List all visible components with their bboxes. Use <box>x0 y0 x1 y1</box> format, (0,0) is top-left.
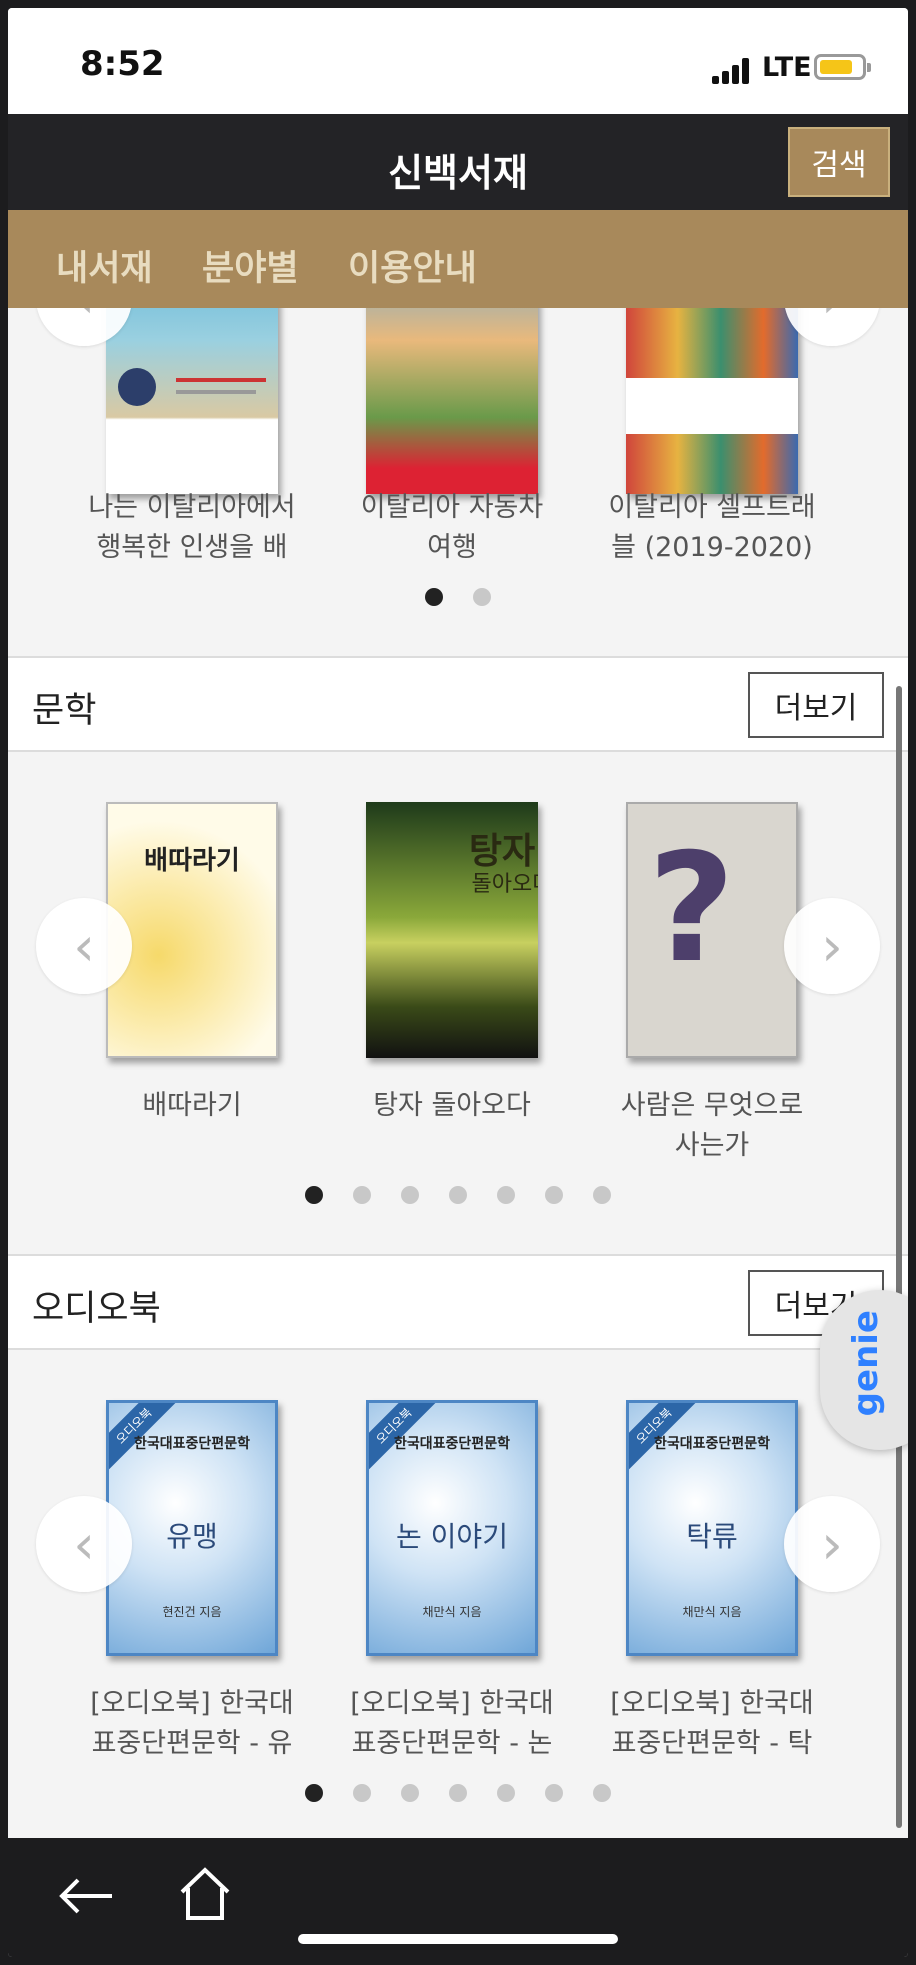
page-dot[interactable] <box>449 1186 467 1204</box>
phone-screen: 8:52 LTE 신백서재 검색 내서재 분야별 이용안내 ‹ <box>8 8 908 1957</box>
book-caption[interactable]: [오디오북] 한국대 표중단편문학 - 유 <box>82 1684 302 1764</box>
book-caption[interactable]: 배따라기 <box>82 1086 302 1126</box>
battery-icon <box>814 54 871 80</box>
page-dot[interactable] <box>401 1186 419 1204</box>
page-dot[interactable] <box>545 1784 563 1802</box>
page-dot[interactable] <box>449 1784 467 1802</box>
book-cover[interactable]: 오디오북 한국대표중단편문학 탁류 채만식 지음 <box>626 1400 798 1656</box>
page-dot[interactable] <box>305 1784 323 1802</box>
book-cover[interactable] <box>366 308 538 494</box>
book-caption[interactable]: [오디오북] 한국대 표중단편문학 - 탁 <box>602 1684 822 1764</box>
category-menu: 내서재 분야별 이용안내 <box>8 210 908 308</box>
book-cover[interactable]: 오디오북 한국대표중단편문학 논 이야기 채만식 지음 <box>366 1400 538 1656</box>
menu-item-by-field[interactable]: 분야별 <box>202 240 299 291</box>
app-header: 신백서재 검색 <box>8 114 908 210</box>
page-dot[interactable] <box>593 1186 611 1204</box>
scrollbar[interactable] <box>896 686 902 1828</box>
status-time: 8:52 <box>80 44 165 84</box>
page-dot[interactable] <box>545 1186 563 1204</box>
network-label: LTE <box>762 52 812 83</box>
question-mark-art: ? <box>648 822 736 996</box>
section-title: 문학 <box>32 691 97 731</box>
book-caption[interactable]: 사람은 무엇으로 사는가 <box>602 1086 822 1166</box>
book-caption[interactable]: 나는 이탈리아에서 행복한 인생을 배 <box>82 488 302 568</box>
book-caption[interactable]: [오디오북] 한국대 표중단편문학 - 논 <box>342 1684 562 1764</box>
carousel-pagination <box>8 1186 908 1204</box>
chevron-left-icon: ‹ <box>73 914 95 978</box>
page-dot[interactable] <box>353 1784 371 1802</box>
content-scroll-area[interactable]: ‹ › 나는 이탈리아에서행복한 인생을 배 이탈리아 자동차여행 이탈리아 셀… <box>8 308 908 1838</box>
chevron-left-icon: ‹ <box>73 1512 95 1576</box>
genie-floating-button[interactable]: genie <box>820 1290 908 1450</box>
book-cover[interactable]: 탕자 돌아오다 <box>366 802 538 1058</box>
book-cover[interactable]: ? <box>626 802 798 1058</box>
carousel-prev-button[interactable]: ‹ <box>36 898 132 994</box>
chevron-right-icon: › <box>821 914 843 978</box>
back-arrow-icon[interactable] <box>56 1874 116 1918</box>
signal-icon <box>712 58 756 84</box>
page-dot[interactable] <box>497 1186 515 1204</box>
book-cover[interactable] <box>626 308 798 494</box>
bottom-navigation <box>8 1838 908 1957</box>
book-cover[interactable]: 오디오북 한국대표중단편문학 유맹 현진건 지음 <box>106 1400 278 1656</box>
carousel-pagination <box>8 588 908 606</box>
page-dot[interactable] <box>425 588 443 606</box>
page-dot[interactable] <box>497 1784 515 1802</box>
carousel-next-button[interactable]: › <box>784 1496 880 1592</box>
section-header-audiobook: 오디오북 더보기 <box>8 1254 908 1350</box>
chevron-left-icon: ‹ <box>73 308 95 330</box>
carousel-pagination <box>8 1784 908 1802</box>
menu-item-guide[interactable]: 이용안내 <box>348 240 477 291</box>
carousel-next-button[interactable]: › <box>784 898 880 994</box>
book-caption[interactable]: 이탈리아 셀프트래 블 (2019-2020) <box>602 488 822 568</box>
genie-logo: genie <box>846 1310 886 1417</box>
book-cover[interactable]: 배따라기 <box>106 802 278 1058</box>
book-cover[interactable] <box>106 308 278 494</box>
status-bar: 8:52 LTE <box>8 8 908 114</box>
more-button[interactable]: 더보기 <box>748 672 884 738</box>
home-icon[interactable] <box>178 1866 232 1922</box>
carousel-prev-button[interactable]: ‹ <box>36 1496 132 1592</box>
page-dot[interactable] <box>305 1186 323 1204</box>
home-indicator[interactable] <box>298 1934 618 1944</box>
menu-item-my-library[interactable]: 내서재 <box>56 240 153 291</box>
carousel-next-button[interactable]: › <box>784 308 880 346</box>
section-header-literature: 문학 더보기 <box>8 656 908 752</box>
book-caption[interactable]: 탕자 돌아오다 <box>342 1086 562 1126</box>
page-dot[interactable] <box>353 1186 371 1204</box>
book-caption[interactable]: 이탈리아 자동차 여행 <box>342 488 562 568</box>
section-title: 오디오북 <box>32 1289 161 1329</box>
page-title: 신백서재 <box>388 151 528 195</box>
page-dot[interactable] <box>401 1784 419 1802</box>
chevron-right-icon: › <box>821 1512 843 1576</box>
search-button[interactable]: 검색 <box>788 127 890 197</box>
chevron-right-icon: › <box>821 308 843 330</box>
page-dot[interactable] <box>473 588 491 606</box>
page-dot[interactable] <box>593 1784 611 1802</box>
